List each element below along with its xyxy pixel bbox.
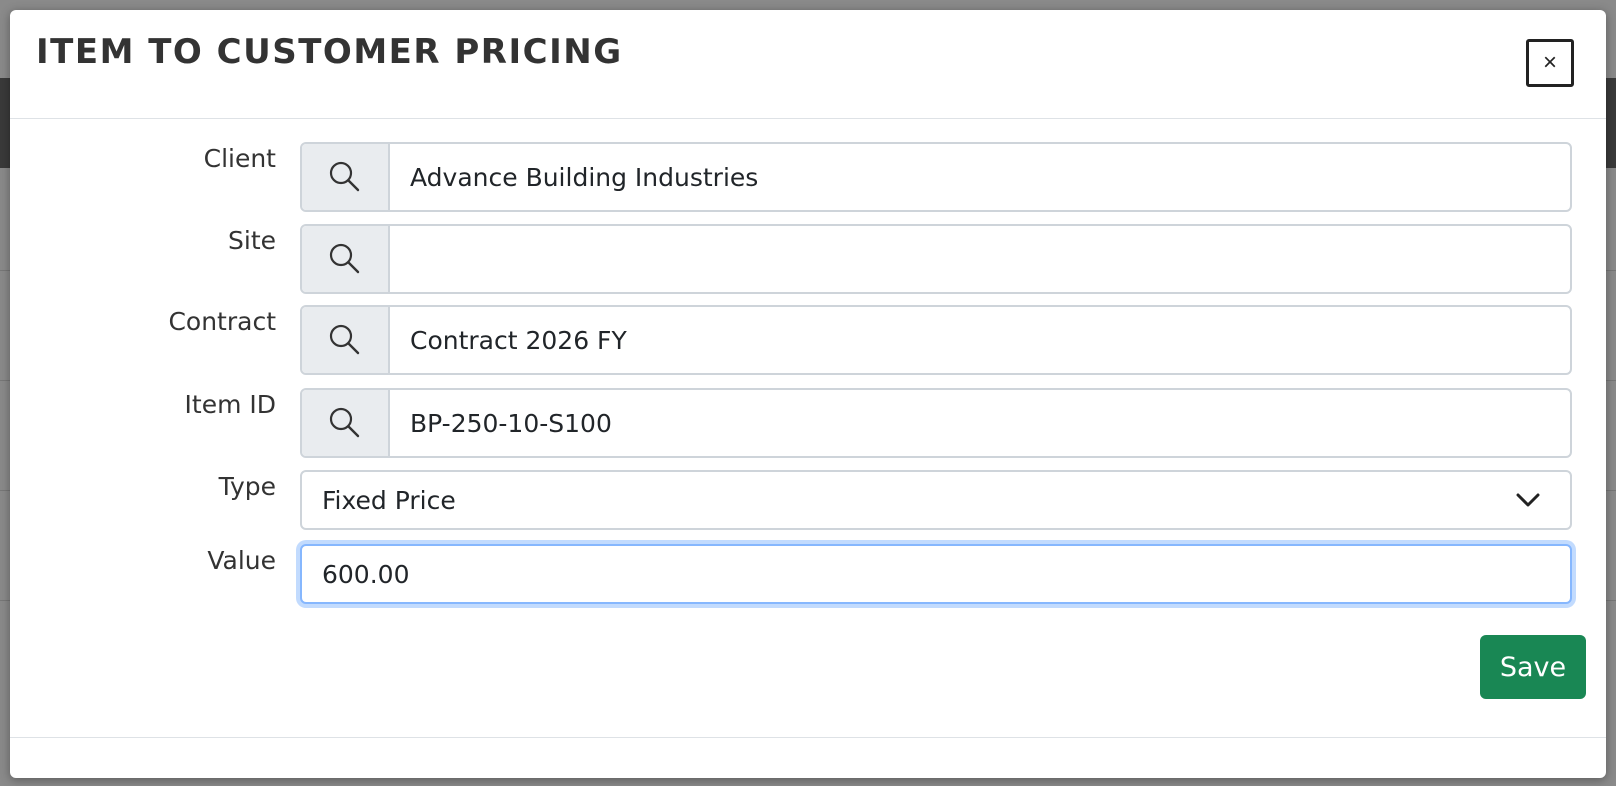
- client-input[interactable]: [390, 144, 1570, 210]
- type-selected-value: Fixed Price: [322, 485, 456, 515]
- client-lookup-button[interactable]: [302, 144, 390, 210]
- client-field-group: [300, 142, 1572, 212]
- contract-field-group: [300, 305, 1572, 375]
- contract-label: Contract: [168, 307, 276, 336]
- close-icon: ×: [1542, 49, 1557, 76]
- site-lookup-button[interactable]: [302, 226, 390, 292]
- value-label: Value: [207, 546, 276, 575]
- save-button[interactable]: Save: [1480, 635, 1586, 699]
- site-label: Site: [228, 226, 276, 255]
- type-select[interactable]: Fixed Price: [300, 470, 1572, 530]
- chevron-down-icon: [1516, 493, 1540, 507]
- contract-input[interactable]: [390, 307, 1570, 373]
- item-id-lookup-button[interactable]: [302, 390, 390, 456]
- contract-lookup-button[interactable]: [302, 307, 390, 373]
- item-id-input[interactable]: [390, 390, 1570, 456]
- type-label: Type: [218, 472, 276, 501]
- modal-header: ITEM TO CUSTOMER PRICING ×: [10, 10, 1606, 119]
- site-input[interactable]: [390, 226, 1570, 292]
- modal-footer-divider: [10, 737, 1606, 738]
- search-icon: [329, 324, 360, 355]
- search-icon: [329, 407, 360, 438]
- close-button[interactable]: ×: [1526, 39, 1574, 87]
- item-id-label: Item ID: [184, 390, 276, 419]
- modal-title: ITEM TO CUSTOMER PRICING: [36, 32, 623, 72]
- site-field-group: [300, 224, 1572, 294]
- value-field: [300, 544, 1572, 604]
- client-label: Client: [203, 144, 276, 173]
- search-icon: [329, 161, 360, 192]
- item-pricing-dialog: ITEM TO CUSTOMER PRICING × Client Site: [10, 10, 1606, 778]
- search-icon: [329, 243, 360, 274]
- item-id-field-group: [300, 388, 1572, 458]
- value-input[interactable]: [302, 546, 1570, 602]
